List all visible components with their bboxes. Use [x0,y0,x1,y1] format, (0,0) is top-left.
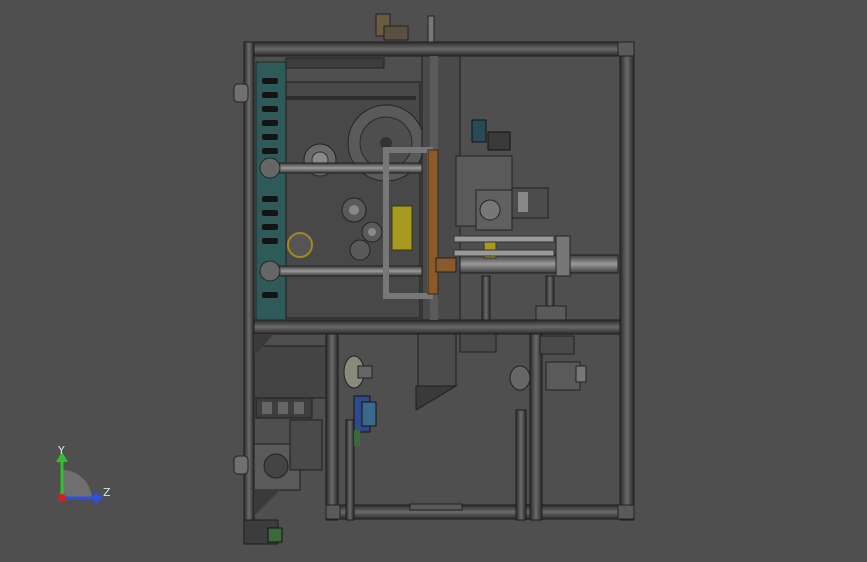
guide-rod-lower [261,265,433,277]
main-housing [285,57,425,319]
right-actuator [453,119,571,277]
top-sensor-bracket [375,13,435,43]
frame-right-post [619,41,635,521]
frame-inner-post-left [325,333,339,521]
pulley [509,365,531,391]
assembly-model[interactable]: Y Z [0,0,867,562]
guide-rod-upper [261,162,433,174]
cross-mount [349,239,371,261]
cad-viewport[interactable]: Y Z [0,0,867,562]
yellow-block [391,205,413,251]
y-axis-label: Y [57,444,65,457]
frame-inner-post-low2 [345,419,355,521]
lower-left-assembly [253,334,327,543]
piston [453,249,555,257]
corner-bracket [617,504,635,520]
corner-bracket [617,41,635,57]
green-connector [267,527,283,543]
frame-inner-post-low [515,409,527,521]
corner-bracket [325,504,341,520]
frame-inner-post-mid [529,333,543,521]
guide-rod-right [449,254,619,274]
frame-bottom-beam [325,504,633,520]
axis-triad[interactable]: Y Z [56,444,111,504]
z-axis-label: Z [103,486,111,499]
side-knob [233,455,249,475]
valve-block [471,119,487,143]
support-rods [481,275,567,321]
frame-middle-beam [247,319,623,335]
side-knob [233,83,249,103]
origin-dot [58,494,66,502]
frame-top-beam [247,41,633,57]
piston [453,235,555,243]
